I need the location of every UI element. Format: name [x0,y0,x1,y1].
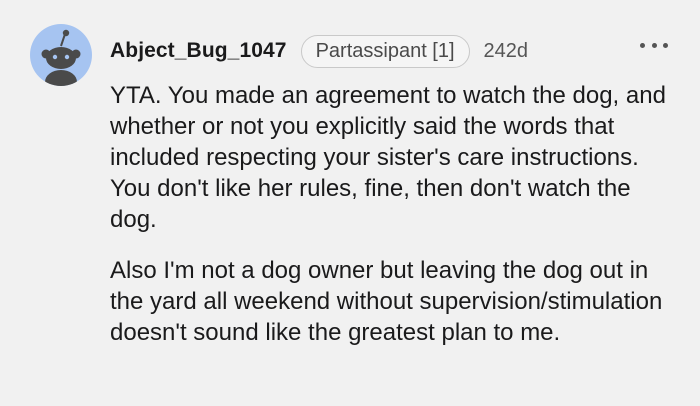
comment: Abject_Bug_1047 Partassipant [1] 242d YT… [0,0,700,406]
comment-age: 242d [483,39,529,62]
username-link[interactable]: Abject_Bug_1047 [110,39,287,63]
user-flair-badge: Partassipant [1] [300,34,470,68]
dot [663,42,668,48]
snoo-avatar-icon [41,29,81,86]
comment-paragraph: Also I'm not a dog owner but leaving the… [110,257,663,346]
more-options-icon[interactable] [640,38,668,52]
comment-header: Abject_Bug_1047 Partassipant [1] 242d [110,32,528,70]
comment-body: YTA. You made an agreement to watch the … [110,80,680,368]
dot [640,42,645,48]
dot [651,42,657,48]
user-avatar[interactable] [30,24,92,86]
comment-paragraph: YTA. You made an agreement to watch the … [110,82,666,233]
